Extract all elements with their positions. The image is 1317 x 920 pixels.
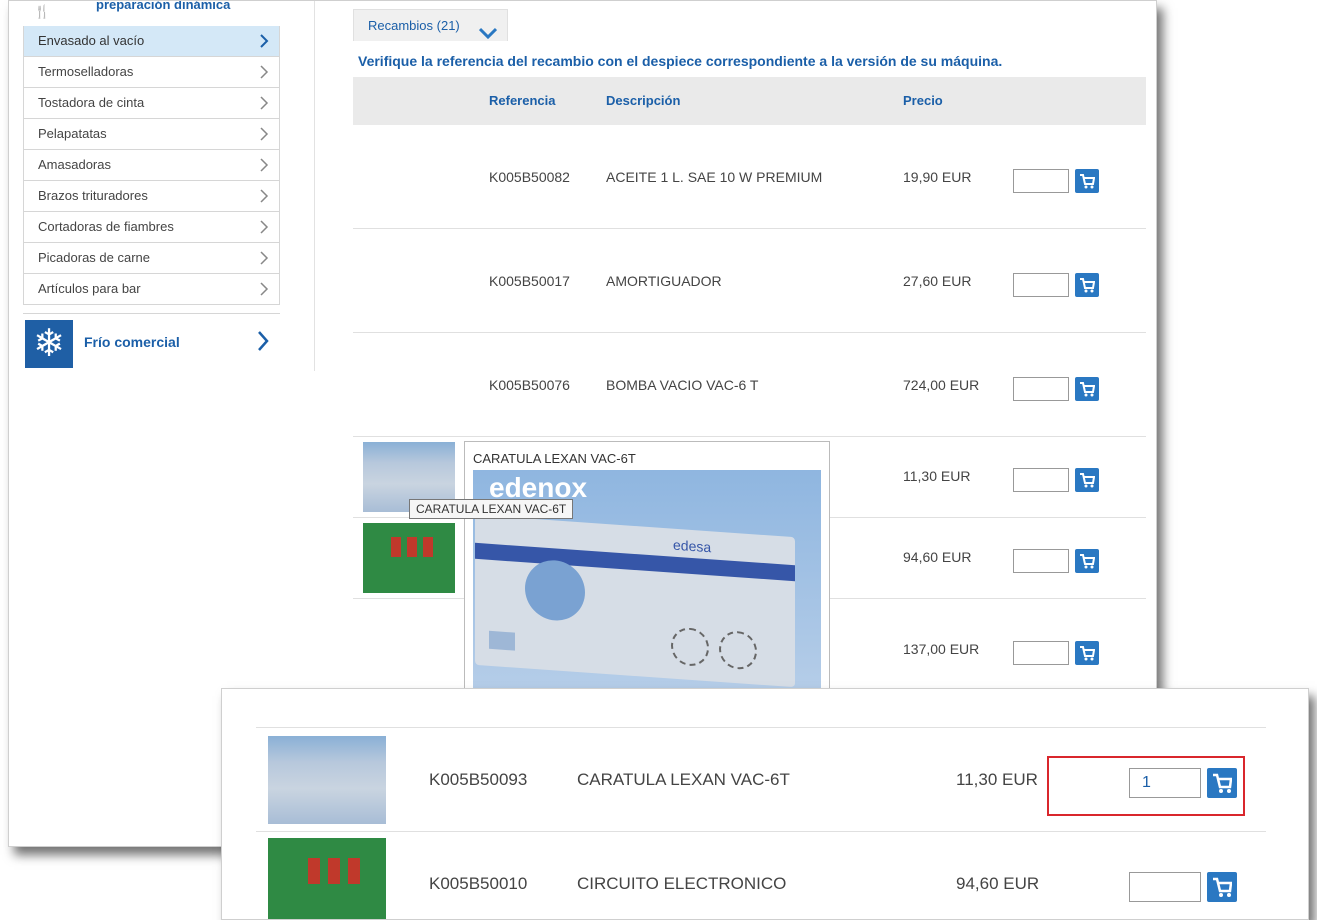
row-ref: K005B50082: [489, 169, 570, 185]
tab-label: Recambios (21): [368, 18, 460, 33]
reference-notice: Verifique la referencia del recambio con…: [358, 53, 1003, 69]
sidebar-item-envasado[interactable]: Envasado al vacío: [23, 26, 280, 57]
row-ref: K005B50010: [429, 874, 528, 893]
row-ref: K005B50017: [489, 273, 570, 289]
sidebar-item-label: Termoselladoras: [38, 64, 134, 79]
highlight-box: [1047, 756, 1245, 816]
quantity-input[interactable]: [1013, 273, 1069, 297]
header-desc: Descripción: [606, 93, 681, 108]
sidebar-item-brazos[interactable]: Brazos trituradores: [23, 181, 280, 212]
row-price: 94,60 EUR: [956, 874, 1040, 893]
chevron-right-icon: [259, 57, 269, 79]
product-thumbnail[interactable]: [268, 736, 386, 824]
chevron-right-icon: [259, 119, 269, 141]
chevron-right-icon: [259, 181, 269, 203]
product-image-preview: CARATULA LEXAN VAC-6T edenox edesa: [464, 441, 830, 699]
row-desc: BOMBA VACIO VAC-6 T: [606, 377, 759, 393]
chevron-right-icon: [259, 212, 269, 234]
row-price: 11,30 EUR: [956, 770, 1038, 789]
sidebar-item-label: Amasadoras: [38, 157, 111, 172]
chevron-right-icon: [259, 243, 269, 265]
quantity-input[interactable]: [1013, 468, 1069, 492]
sidebar-category-label: Frío comercial: [84, 334, 180, 350]
add-to-cart-button[interactable]: [1075, 549, 1099, 573]
quantity-input[interactable]: [1013, 169, 1069, 193]
add-to-cart-button[interactable]: [1075, 169, 1099, 193]
quantity-input[interactable]: [1013, 549, 1069, 573]
table-row: K005B50010 CIRCUITO ELECTRONICO 94,60 EU…: [256, 832, 1266, 919]
thumbnail-tooltip: CARATULA LEXAN VAC-6T: [409, 499, 574, 519]
chevron-right-icon: [259, 26, 269, 48]
row-desc: AMORTIGUADOR: [606, 273, 722, 289]
sidebar-item-label: Pelapatatas: [38, 126, 107, 141]
category-sidebar: 🍴 preparación dinámica Envasado al vacío…: [23, 1, 280, 372]
snowflake-icon: ❄: [25, 320, 73, 368]
row-ref: K005B50076: [489, 377, 570, 393]
sidebar-category-label: preparación dinámica: [96, 0, 231, 12]
chevron-down-icon: [478, 19, 498, 51]
row-ref: K005B50093: [429, 770, 528, 789]
add-to-cart-button[interactable]: [1075, 468, 1099, 492]
kitchen-tools-icon: 🍴: [34, 4, 51, 19]
chevron-right-icon: [259, 150, 269, 172]
sidebar-item-label: Tostadora de cinta: [38, 95, 145, 110]
sidebar-item-label: Envasado al vacío: [38, 33, 145, 48]
row-price: 19,90 EUR: [903, 169, 972, 185]
chevron-right-icon: [256, 330, 270, 357]
sidebar-item-termoselladoras[interactable]: Termoselladoras: [23, 57, 280, 88]
row-desc: ACEITE 1 L. SAE 10 W PREMIUM: [606, 169, 823, 185]
sidebar-item-label: Artículos para bar: [38, 281, 141, 296]
row-desc: CARATULA LEXAN VAC-6T: [577, 770, 790, 789]
sidebar-divider: [314, 1, 315, 371]
add-to-cart-button[interactable]: [1075, 377, 1099, 401]
chevron-right-icon: [259, 274, 269, 296]
quantity-input[interactable]: [1129, 872, 1201, 902]
product-thumbnail[interactable]: [268, 838, 386, 919]
sidebar-item-amasadoras[interactable]: Amasadoras: [23, 150, 280, 181]
row-price: 94,60 EUR: [903, 549, 972, 565]
preview-title: CARATULA LEXAN VAC-6T: [473, 451, 636, 466]
sidebar-item-label: Brazos trituradores: [38, 188, 148, 203]
table-divider: [256, 727, 1266, 728]
sidebar-item-pelapatatas[interactable]: Pelapatatas: [23, 119, 280, 150]
table-header: Referencia Descripción Precio: [353, 77, 1146, 125]
tab-recambios[interactable]: Recambios (21): [353, 9, 508, 41]
add-to-cart-button[interactable]: [1075, 641, 1099, 665]
table-row: K005B50082 ACEITE 1 L. SAE 10 W PREMIUM …: [353, 125, 1146, 229]
row-desc: CIRCUITO ELECTRONICO: [577, 874, 787, 893]
add-to-cart-button[interactable]: [1207, 872, 1237, 902]
table-row: K005B50076 BOMBA VACIO VAC-6 T 724,00 EU…: [353, 333, 1146, 437]
row-price: 724,00 EUR: [903, 377, 980, 393]
quantity-input[interactable]: [1013, 377, 1069, 401]
table-row: K005B50017 AMORTIGUADOR 27,60 EUR: [353, 229, 1146, 333]
row-price: 11,30 EUR: [903, 468, 971, 484]
lexan-panel-graphic: edesa: [475, 514, 795, 688]
sidebar-item-articulos-bar[interactable]: Artículos para bar: [23, 274, 280, 305]
chevron-right-icon: [259, 88, 269, 110]
header-ref: Referencia: [489, 93, 556, 108]
edesa-logo: edesa: [673, 536, 712, 556]
header-price: Precio: [903, 93, 943, 108]
sidebar-item-cortadoras[interactable]: Cortadoras de fiambres: [23, 212, 280, 243]
product-thumbnail[interactable]: [363, 523, 455, 593]
sidebar-category-header[interactable]: 🍴 preparación dinámica: [23, 1, 280, 26]
sidebar-category-frio[interactable]: ❄ Frío comercial: [23, 313, 280, 372]
sidebar-item-tostadora[interactable]: Tostadora de cinta: [23, 88, 280, 119]
row-price: 137,00 EUR: [903, 641, 980, 657]
quantity-input[interactable]: [1013, 641, 1069, 665]
row-price: 27,60 EUR: [903, 273, 972, 289]
sidebar-item-picadoras[interactable]: Picadoras de carne: [23, 243, 280, 274]
sidebar-item-label: Cortadoras de fiambres: [38, 219, 174, 234]
sidebar-item-label: Picadoras de carne: [38, 250, 151, 265]
zoomed-detail-panel: K005B50093 CARATULA LEXAN VAC-6T 11,30 E…: [221, 688, 1309, 920]
add-to-cart-button[interactable]: [1075, 273, 1099, 297]
